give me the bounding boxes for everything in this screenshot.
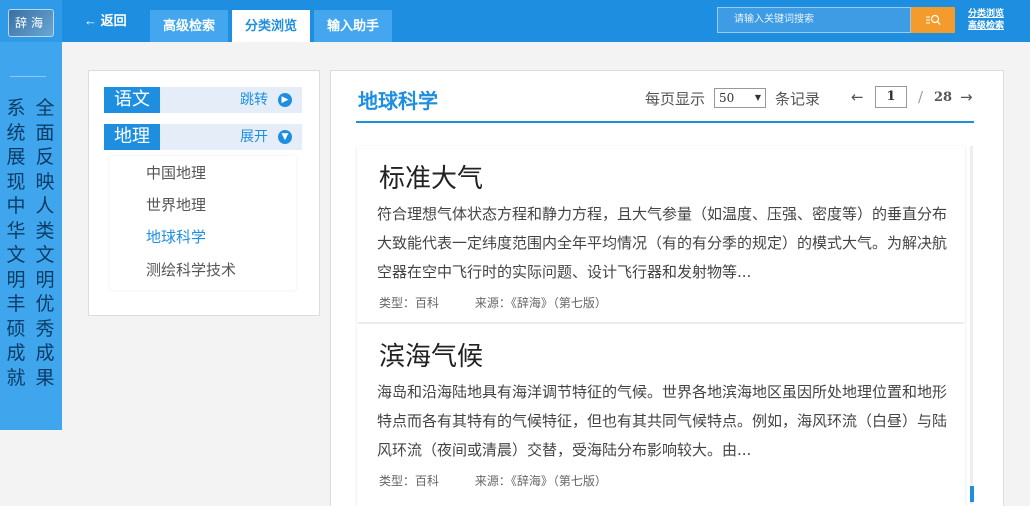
per-page-value: 50 bbox=[719, 91, 735, 105]
tab-input-assistant[interactable]: 输入助手 bbox=[314, 10, 392, 42]
banner-column-left: 系统展现中华文明丰硕成就 bbox=[6, 97, 26, 389]
banner-divider bbox=[10, 76, 46, 77]
category-chinese[interactable]: 语文 跳转 ▶ bbox=[104, 87, 302, 113]
category-name: 语文 bbox=[104, 87, 160, 113]
next-page-button[interactable]: → bbox=[960, 88, 973, 106]
search-button[interactable] bbox=[911, 7, 955, 33]
chevron-right-circle-icon[interactable]: ▶ bbox=[278, 93, 292, 107]
entry-summary: 海岛和沿海陆地具有海洋调节特征的气候。世界各地滨海地区虽因所处地理位置和地形特点… bbox=[377, 383, 948, 459]
search-input[interactable]: 请输入关键词搜索 bbox=[717, 7, 911, 33]
category-geography[interactable]: 地理 展开 ▼ bbox=[104, 124, 302, 150]
per-page-select[interactable]: 50 ▼ bbox=[714, 88, 766, 108]
page-separator: / bbox=[918, 88, 924, 106]
vertical-banner: 全面反映人类文明优秀成果 系统展现中华文明丰硕成就 bbox=[0, 42, 62, 430]
scrollbar-track[interactable] bbox=[970, 146, 973, 504]
title-divider bbox=[356, 121, 974, 123]
jump-link[interactable]: 跳转 bbox=[240, 87, 268, 113]
link-category-browse[interactable]: 分类浏览 bbox=[968, 7, 1004, 19]
dropdown-caret-icon: ▼ bbox=[754, 93, 761, 102]
subcategory-china-geography[interactable]: 中国地理 bbox=[146, 162, 206, 183]
tab-category-browse[interactable]: 分类浏览 bbox=[232, 10, 310, 42]
entry-type: 类型：百科 bbox=[379, 474, 440, 488]
logo-book-icon: 辞海 bbox=[8, 9, 54, 37]
top-links: 分类浏览 高级检索 bbox=[968, 7, 1004, 31]
prev-page-button[interactable]: ← bbox=[851, 88, 864, 106]
subcategory-surveying[interactable]: 测绘科学技术 bbox=[146, 259, 236, 280]
entry-title[interactable]: 滨海气候 bbox=[379, 336, 483, 373]
back-button[interactable]: ← 返回 bbox=[84, 0, 127, 42]
banner-column-right: 全面反映人类文明优秀成果 bbox=[35, 97, 55, 389]
category-name: 地理 bbox=[104, 124, 160, 150]
scrollbar-thumb[interactable] bbox=[970, 486, 974, 502]
logo[interactable]: 辞海 bbox=[0, 0, 62, 42]
total-pages: 28 bbox=[934, 90, 953, 105]
entry-source: 来源：《辞海》（第七版） bbox=[474, 474, 607, 488]
page-title: 地球科学 bbox=[358, 89, 438, 113]
entry-meta: 类型：百科 来源：《辞海》（第七版） bbox=[379, 294, 639, 311]
entry-title[interactable]: 标准大气 bbox=[379, 158, 483, 195]
entry-summary: 符合理想气体状态方程和静力方程，且大气参量（如温度、压强、密度等）的垂直分布大致… bbox=[377, 205, 948, 281]
tab-advanced-search[interactable]: 高级检索 bbox=[150, 10, 228, 42]
page-number-input[interactable]: 1 bbox=[875, 86, 907, 108]
per-page-label: 每页显示 bbox=[645, 90, 706, 108]
entry-source: 来源：《辞海》（第七版） bbox=[474, 296, 607, 310]
subcategory-world-geography[interactable]: 世界地理 bbox=[146, 194, 206, 215]
entry-meta: 类型：百科 来源：《辞海》（第七版） bbox=[379, 472, 639, 489]
records-label: 条记录 bbox=[775, 90, 821, 108]
search-icon bbox=[926, 14, 941, 26]
entry-card[interactable]: 标准大气 符合理想气体状态方程和静力方程，且大气参量（如温度、压强、密度等）的垂… bbox=[357, 146, 965, 322]
entry-card[interactable]: 滨海气候 海岛和沿海陆地具有海洋调节特征的气候。世界各地滨海地区虽因所处地理位置… bbox=[357, 324, 965, 506]
chevron-down-circle-icon[interactable]: ▼ bbox=[278, 130, 292, 144]
link-advanced-search[interactable]: 高级检索 bbox=[968, 19, 1004, 31]
entry-type: 类型：百科 bbox=[379, 296, 440, 310]
expand-link[interactable]: 展开 bbox=[240, 124, 268, 150]
subcategory-earth-science[interactable]: 地球科学 bbox=[146, 226, 206, 247]
